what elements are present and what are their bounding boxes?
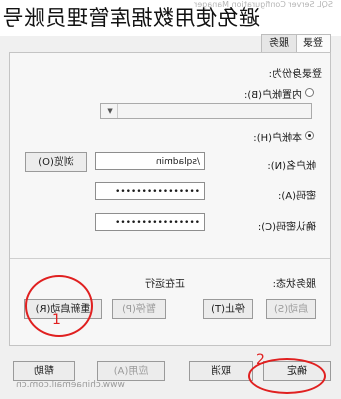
password-label: 密码(A):	[277, 191, 316, 202]
builtin-account-select[interactable]: ▼	[100, 103, 312, 119]
chevron-down-icon: ▼	[103, 104, 118, 118]
annotation-marker-1: 1	[52, 312, 61, 328]
stop-button[interactable]: 停止(T)	[203, 299, 253, 319]
account-name-label: 帐户名(N):	[267, 161, 316, 172]
service-status-value: 正在运行	[145, 279, 185, 290]
help-button[interactable]: 帮助	[13, 361, 75, 381]
password-input[interactable]: ••••••••••••••••	[95, 182, 205, 200]
confirm-password-input[interactable]: ••••••••••••••••	[95, 213, 205, 231]
watermark-bottom: www.chinaemail.com.cn	[16, 380, 125, 390]
browse-button[interactable]: 浏览(O)	[25, 152, 87, 172]
this-account-label: 本帐户(H):	[253, 133, 302, 144]
account-name-input[interactable]: /sqladmin	[95, 152, 205, 170]
start-button[interactable]: 启动(S)	[266, 299, 316, 319]
logon-as-label: 登录身份为:	[268, 69, 322, 80]
confirm-password-label: 确认密码(C):	[257, 222, 316, 233]
annotation-marker-2: 2	[256, 352, 265, 368]
this-account-radio[interactable]	[305, 131, 314, 140]
apply-button[interactable]: 应用(A)	[97, 361, 165, 381]
builtin-account-label: 内置帐户(B):	[243, 90, 302, 101]
divider	[10, 258, 330, 259]
service-status-label: 服务状态:	[272, 279, 316, 290]
tab-service[interactable]: 服务	[261, 34, 297, 53]
overlay-title: 避免使用数据库管理员账号	[2, 6, 260, 30]
builtin-account-radio[interactable]	[305, 88, 314, 97]
cancel-button[interactable]: 取消	[189, 361, 253, 381]
tab-logon[interactable]: 登录	[295, 34, 331, 54]
dialog-mirrored: SQL Server Configuration Manager 登录 服务 登…	[0, 0, 341, 399]
pause-button[interactable]: 暂停(P)	[112, 299, 166, 319]
